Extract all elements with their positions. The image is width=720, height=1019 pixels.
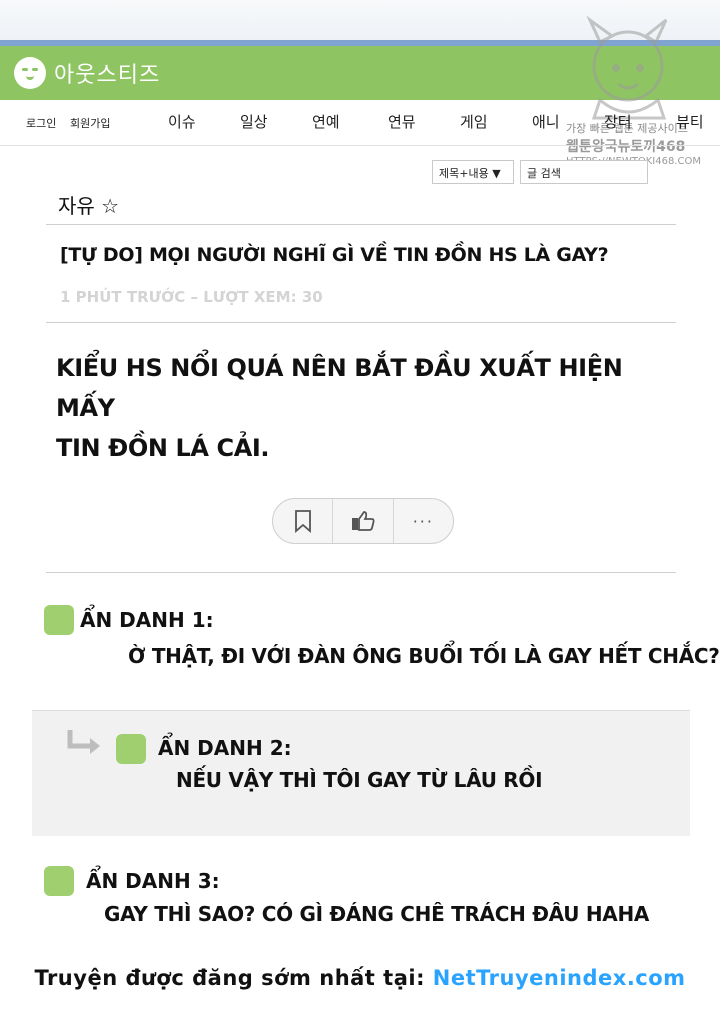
avatar (44, 866, 74, 896)
like-button[interactable] (333, 499, 394, 543)
post-body: KIỂU HS NỔI QUÁ NÊN BẮT ĐẦU XUẤT HIỆN MẤ… (56, 348, 656, 468)
login-link[interactable]: 로그인 (26, 115, 56, 131)
comment-text: Ờ THẬT, ĐI VỚI ĐÀN ÔNG BUỔI TỐI LÀ GAY H… (128, 644, 720, 668)
post-title: [TỰ DO] MỌI NGƯỜI NGHĨ GÌ VỀ TIN ĐỒN HS … (60, 244, 609, 266)
more-icon: ··· (412, 511, 434, 531)
avatar (44, 605, 74, 635)
nav-item-daily[interactable]: 일상 (240, 111, 268, 132)
search-input[interactable]: 글 검색 (520, 160, 648, 184)
nav-item-anime[interactable]: 애니 (532, 111, 560, 132)
post-meta: 1 PHÚT TRƯỚC – LƯỢT XEM: 30 (60, 288, 323, 306)
footer-site-link[interactable]: NetTruyenindex.com (433, 966, 686, 990)
post-action-bar: ··· (272, 498, 454, 544)
divider (46, 224, 676, 225)
divider (46, 572, 676, 573)
divider (46, 322, 676, 323)
comment-author: ẨN DANH 1: (80, 608, 214, 632)
main-nav: 로그인 회원가입 이슈 일상 연예 연뮤 게임 애니 장터 뷰티 (0, 100, 720, 146)
footer-prefix: Truyện được đăng sớm nhất tại: (34, 966, 433, 990)
footer-credit: Truyện được đăng sớm nhất tại: NetTruyen… (0, 966, 720, 990)
logo-text[interactable]: 아웃스티즈 (54, 57, 160, 89)
avatar (116, 734, 146, 764)
search-scope-select[interactable]: 제목+내용 ▼ (432, 160, 514, 184)
logo-icon[interactable] (14, 57, 46, 89)
board-title: 자유 ☆ (58, 194, 120, 218)
nav-item-issue[interactable]: 이슈 (168, 111, 196, 132)
bookmark-button[interactable] (273, 499, 334, 543)
post-body-line: KIỂU HS NỔI QUÁ NÊN BẮT ĐẦU XUẤT HIỆN MẤ… (56, 354, 623, 422)
comment-text: NẾU VẬY THÌ TÔI GAY TỪ LÂU RỒI (176, 768, 543, 792)
nav-item-entertainment[interactable]: 연예 (312, 111, 340, 132)
comment-author: ẨN DANH 2: (158, 736, 292, 760)
reply-arrow-icon (67, 730, 100, 754)
nav-item-musical[interactable]: 연뮤 (388, 111, 416, 132)
post-body-line: TIN ĐỒN LÁ CẢI. (56, 434, 270, 462)
nav-item-market[interactable]: 장터 (604, 111, 632, 132)
comment-text: GAY THÌ SAO? CÓ GÌ ĐÁNG CHÊ TRÁCH ĐÂU HA… (104, 902, 650, 926)
signup-link[interactable]: 회원가입 (70, 115, 110, 131)
like-icon (351, 511, 375, 531)
nav-item-beauty[interactable]: 뷰티 (676, 111, 704, 132)
nav-item-game[interactable]: 게임 (460, 111, 488, 132)
bookmark-icon (294, 510, 311, 533)
more-button[interactable]: ··· (394, 499, 453, 543)
comment-author: ẨN DANH 3: (86, 869, 220, 893)
